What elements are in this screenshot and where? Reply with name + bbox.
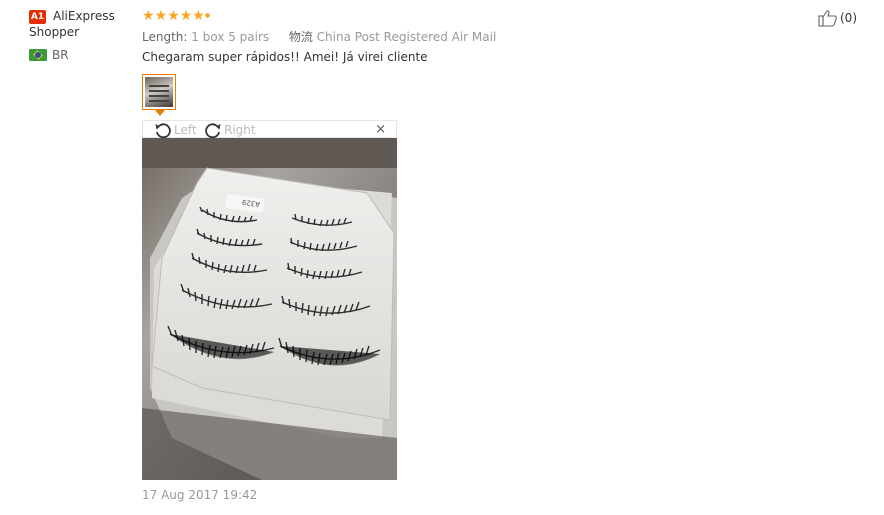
star-icon: ★ — [179, 8, 193, 24]
brazil-flag-icon — [29, 49, 47, 61]
rotate-left-icon — [155, 123, 171, 139]
review-comment: Chegaram super rápidos!! Amei! Já virei … — [142, 50, 428, 64]
reviewer-country: BR — [29, 48, 69, 62]
star-tail-icon: ● — [204, 12, 211, 19]
star-icon: ★ — [192, 8, 205, 24]
rotate-right-label: Right — [224, 123, 256, 137]
order-info: Length: 1 box 5 pairs 物流 China Post Regi… — [142, 28, 496, 45]
star-icon: ★ — [154, 8, 168, 24]
review-date: 17 Aug 2017 19:42 — [142, 488, 258, 502]
photo-viewer-toolbar: Left Right × — [142, 120, 397, 139]
helpful-button[interactable]: (0) — [818, 9, 857, 27]
rotate-left-button[interactable]: Left — [153, 121, 197, 139]
shipping-label: 物流 — [288, 30, 313, 44]
length-label: Length: — [142, 30, 188, 44]
length-value: 1 box 5 pairs — [191, 30, 270, 44]
star-rating: ★ ★ ★ ★ ★ ● — [142, 8, 210, 24]
shipping-value: China Post Registered Air Mail — [316, 30, 497, 44]
thumbnail-pointer-icon — [155, 110, 165, 116]
rotate-left-label: Left — [174, 123, 197, 137]
star-icon: ★ — [142, 8, 155, 24]
rotate-right-icon — [205, 123, 221, 139]
review-photo-thumbnail[interactable] — [142, 74, 176, 110]
country-code: BR — [52, 48, 69, 62]
eyelash-box-photo: A329 — [142, 138, 397, 480]
review-photo: A329 — [142, 138, 397, 480]
helpful-count: (0) — [840, 11, 857, 25]
star-icon: ★ — [167, 8, 180, 24]
close-viewer-button[interactable]: × — [375, 122, 386, 138]
rotate-right-button[interactable]: Right — [203, 121, 256, 139]
thumbs-up-icon — [818, 10, 837, 27]
reviewer-name[interactable]: AliExpress Shopper — [29, 8, 129, 40]
